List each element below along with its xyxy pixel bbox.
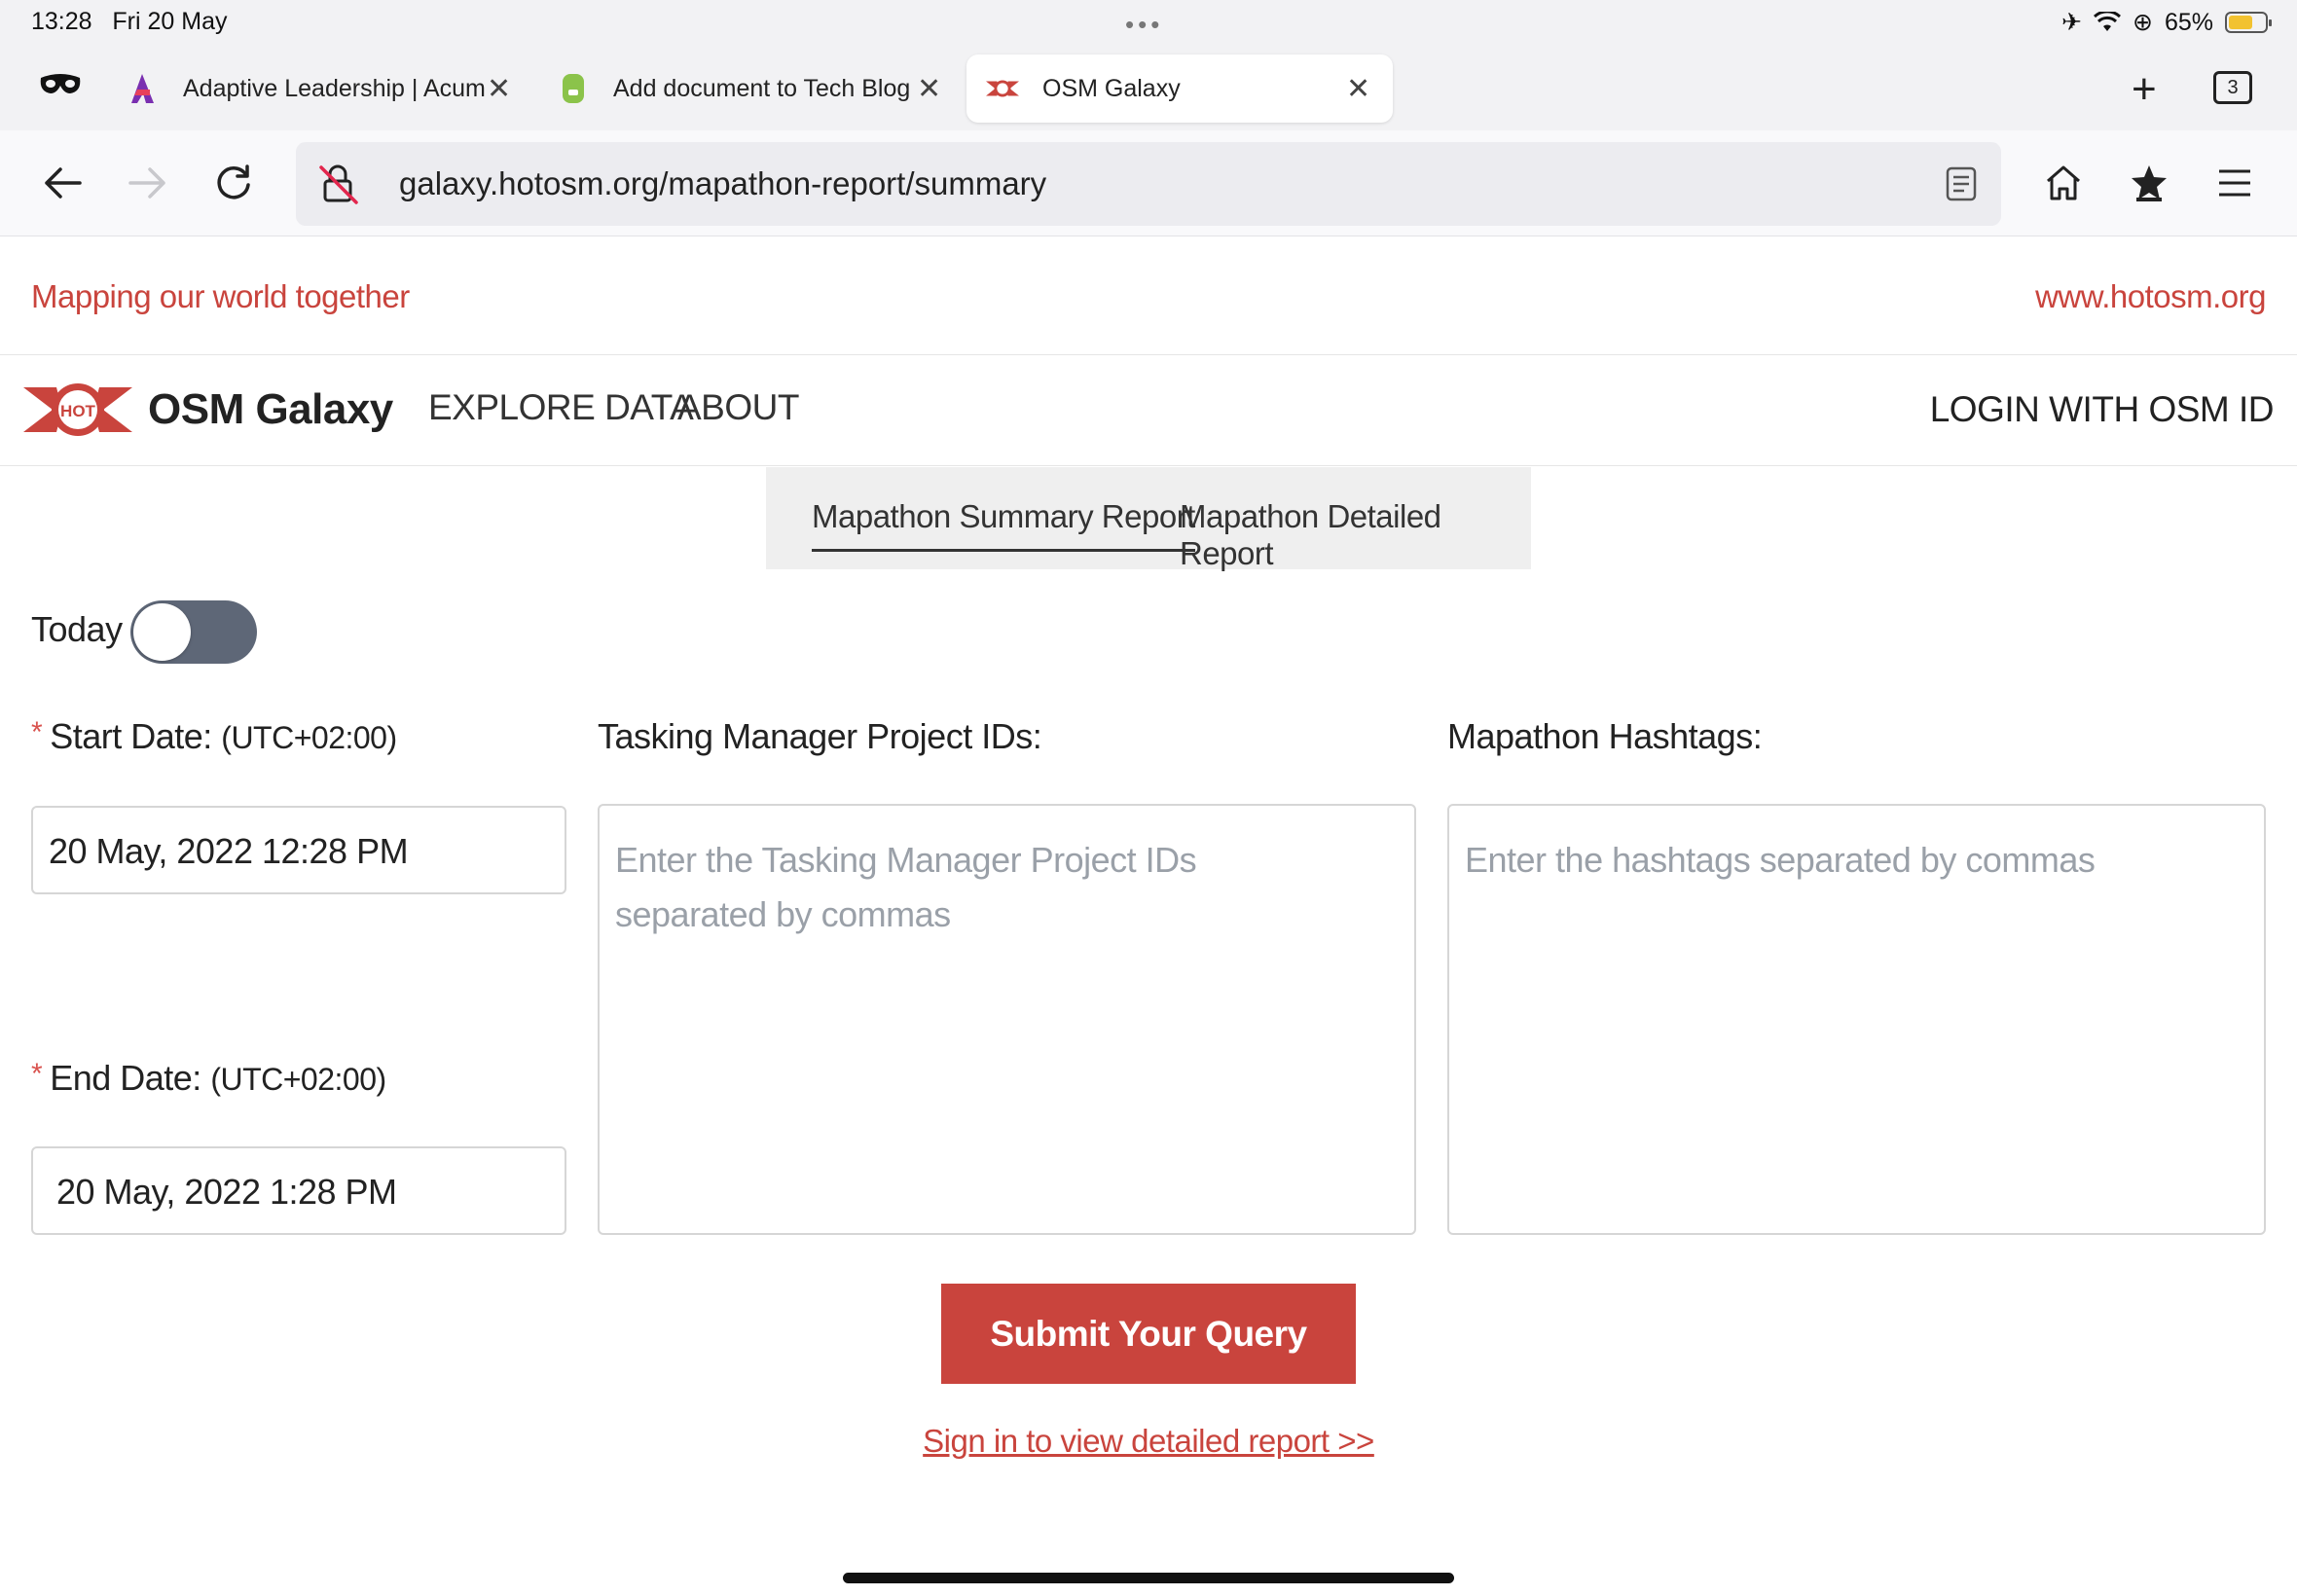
tab-count: 3 bbox=[2227, 76, 2239, 98]
site-header: HOT OSM Galaxy EXPLORE DATA ABOUT LOGIN … bbox=[0, 354, 2297, 466]
hotosm-site-link[interactable]: www.hotosm.org bbox=[2035, 278, 2266, 315]
insecure-lock-icon[interactable] bbox=[319, 163, 358, 209]
start-date-label-text: Start Date: bbox=[50, 716, 212, 756]
address-bar[interactable]: galaxy.hotosm.org/mapathon-report/summar… bbox=[296, 142, 2001, 226]
evernote-favicon-icon bbox=[557, 72, 590, 105]
project-ids-textarea[interactable]: Enter the Tasking Manager Project IDs se… bbox=[598, 804, 1416, 1235]
report-tabs: Mapathon Summary Report Mapathon Detaile… bbox=[766, 467, 1531, 571]
tab-adaptive-leadership[interactable]: Adaptive Leadership | Acum ✕ bbox=[127, 54, 516, 123]
toggle-knob bbox=[133, 603, 191, 661]
brand-name: OSM Galaxy bbox=[148, 385, 393, 433]
tab-count-button[interactable]: 3 bbox=[2213, 71, 2252, 104]
tagline: Mapping our world together bbox=[31, 278, 410, 314]
submit-query-button[interactable]: Submit Your Query bbox=[941, 1284, 1356, 1384]
tab-osm-galaxy[interactable]: OSM Galaxy ✕ bbox=[966, 54, 1393, 123]
status-date: Fri 20 May bbox=[112, 8, 228, 35]
battery-percent: 65% bbox=[2164, 8, 2213, 36]
private-mode-mask-icon[interactable] bbox=[39, 70, 82, 104]
start-date-input[interactable]: 20 May, 2022 12:28 PM bbox=[31, 806, 566, 894]
hashtags-textarea[interactable]: Enter the hashtags separated by commas bbox=[1447, 804, 2266, 1235]
today-toggle[interactable] bbox=[130, 600, 257, 664]
acumen-favicon-icon bbox=[127, 72, 160, 105]
home-icon[interactable] bbox=[2040, 160, 2087, 206]
start-date-label: * Start Date: (UTC+02:00) bbox=[31, 716, 397, 757]
required-asterisk: * bbox=[31, 1058, 43, 1090]
new-tab-plus-icon[interactable]: + bbox=[2132, 68, 2157, 111]
logo-text: HOT bbox=[60, 402, 96, 420]
forward-arrow-icon[interactable] bbox=[125, 160, 171, 206]
status-indicators: ✈ ⊕ 65% bbox=[2061, 8, 2272, 37]
url-text[interactable]: galaxy.hotosm.org/mapathon-report/summar… bbox=[399, 165, 1046, 202]
tab-summary-report[interactable]: Mapathon Summary Report bbox=[812, 498, 1195, 552]
tab-title: OSM Galaxy bbox=[1042, 74, 1181, 102]
home-indicator[interactable] bbox=[843, 1573, 1454, 1583]
status-bar: 13:28 Fri 20 May ••• ✈ ⊕ 65% bbox=[0, 0, 2297, 47]
end-date-input[interactable]: 20 May, 2022 1:28 PM bbox=[31, 1146, 566, 1235]
tab-tech-blog[interactable]: Add document to Tech Blog ✕ bbox=[557, 54, 946, 123]
status-time: 13:28 bbox=[31, 8, 92, 35]
login-button[interactable]: LOGIN WITH OSM ID bbox=[1930, 389, 2275, 430]
end-date-label: * End Date: (UTC+02:00) bbox=[31, 1058, 386, 1099]
browser-toolbar: galaxy.hotosm.org/mapathon-report/summar… bbox=[0, 130, 2297, 236]
bookmarks-star-icon[interactable] bbox=[2126, 160, 2172, 206]
orientation-lock-icon: ⊕ bbox=[2133, 9, 2153, 36]
end-date-label-text: End Date: bbox=[50, 1058, 201, 1098]
back-arrow-icon[interactable] bbox=[39, 160, 86, 206]
tab-detailed-report[interactable]: Mapathon Detailed Report bbox=[1180, 498, 1531, 586]
reader-view-icon[interactable] bbox=[1945, 165, 1978, 207]
today-label: Today bbox=[31, 609, 123, 649]
end-date-value: 20 May, 2022 1:28 PM bbox=[56, 1172, 397, 1212]
battery-icon bbox=[2225, 12, 2272, 33]
close-tab-icon[interactable]: ✕ bbox=[917, 72, 941, 106]
hot-favicon-icon bbox=[986, 72, 1019, 105]
menu-hamburger-icon[interactable] bbox=[2211, 160, 2258, 206]
airplane-icon: ✈ bbox=[2061, 9, 2082, 36]
status-time-date: 13:28 Fri 20 May bbox=[31, 8, 228, 36]
hashtags-label: Mapathon Hashtags: bbox=[1447, 716, 1763, 756]
reload-icon[interactable] bbox=[210, 160, 257, 206]
signin-detailed-report-link: Sign in to view detailed report >> bbox=[0, 1423, 2297, 1460]
project-ids-label: Tasking Manager Project IDs: bbox=[598, 716, 1042, 756]
top-strip: Mapping our world together www.hotosm.or… bbox=[0, 236, 2297, 355]
project-ids-placeholder: Enter the Tasking Manager Project IDs se… bbox=[615, 840, 1197, 934]
required-asterisk: * bbox=[31, 716, 43, 748]
browser-tab-bar: Adaptive Leadership | Acum ✕ Add documen… bbox=[0, 47, 2297, 130]
wifi-icon bbox=[2094, 12, 2121, 31]
menu-explore-data[interactable]: EXPLORE DATA bbox=[428, 387, 694, 428]
tab-title: Adaptive Leadership | Acum bbox=[183, 74, 486, 102]
brand-home-link[interactable]: HOT OSM Galaxy bbox=[23, 376, 393, 444]
close-tab-icon[interactable]: ✕ bbox=[487, 72, 511, 106]
menu-about[interactable]: ABOUT bbox=[677, 387, 799, 428]
hashtags-placeholder: Enter the hashtags separated by commas bbox=[1465, 840, 2096, 880]
start-date-value: 20 May, 2022 12:28 PM bbox=[49, 831, 409, 871]
multitasking-dots-icon[interactable]: ••• bbox=[1125, 10, 1163, 40]
start-date-timezone: (UTC+02:00) bbox=[221, 720, 397, 755]
hot-logo-icon: HOT bbox=[23, 383, 132, 436]
signin-link-text[interactable]: Sign in to view detailed report >> bbox=[923, 1423, 1374, 1459]
end-date-timezone: (UTC+02:00) bbox=[210, 1062, 386, 1097]
tab-title: Add document to Tech Blog bbox=[613, 74, 911, 102]
close-tab-icon[interactable]: ✕ bbox=[1346, 72, 1370, 106]
